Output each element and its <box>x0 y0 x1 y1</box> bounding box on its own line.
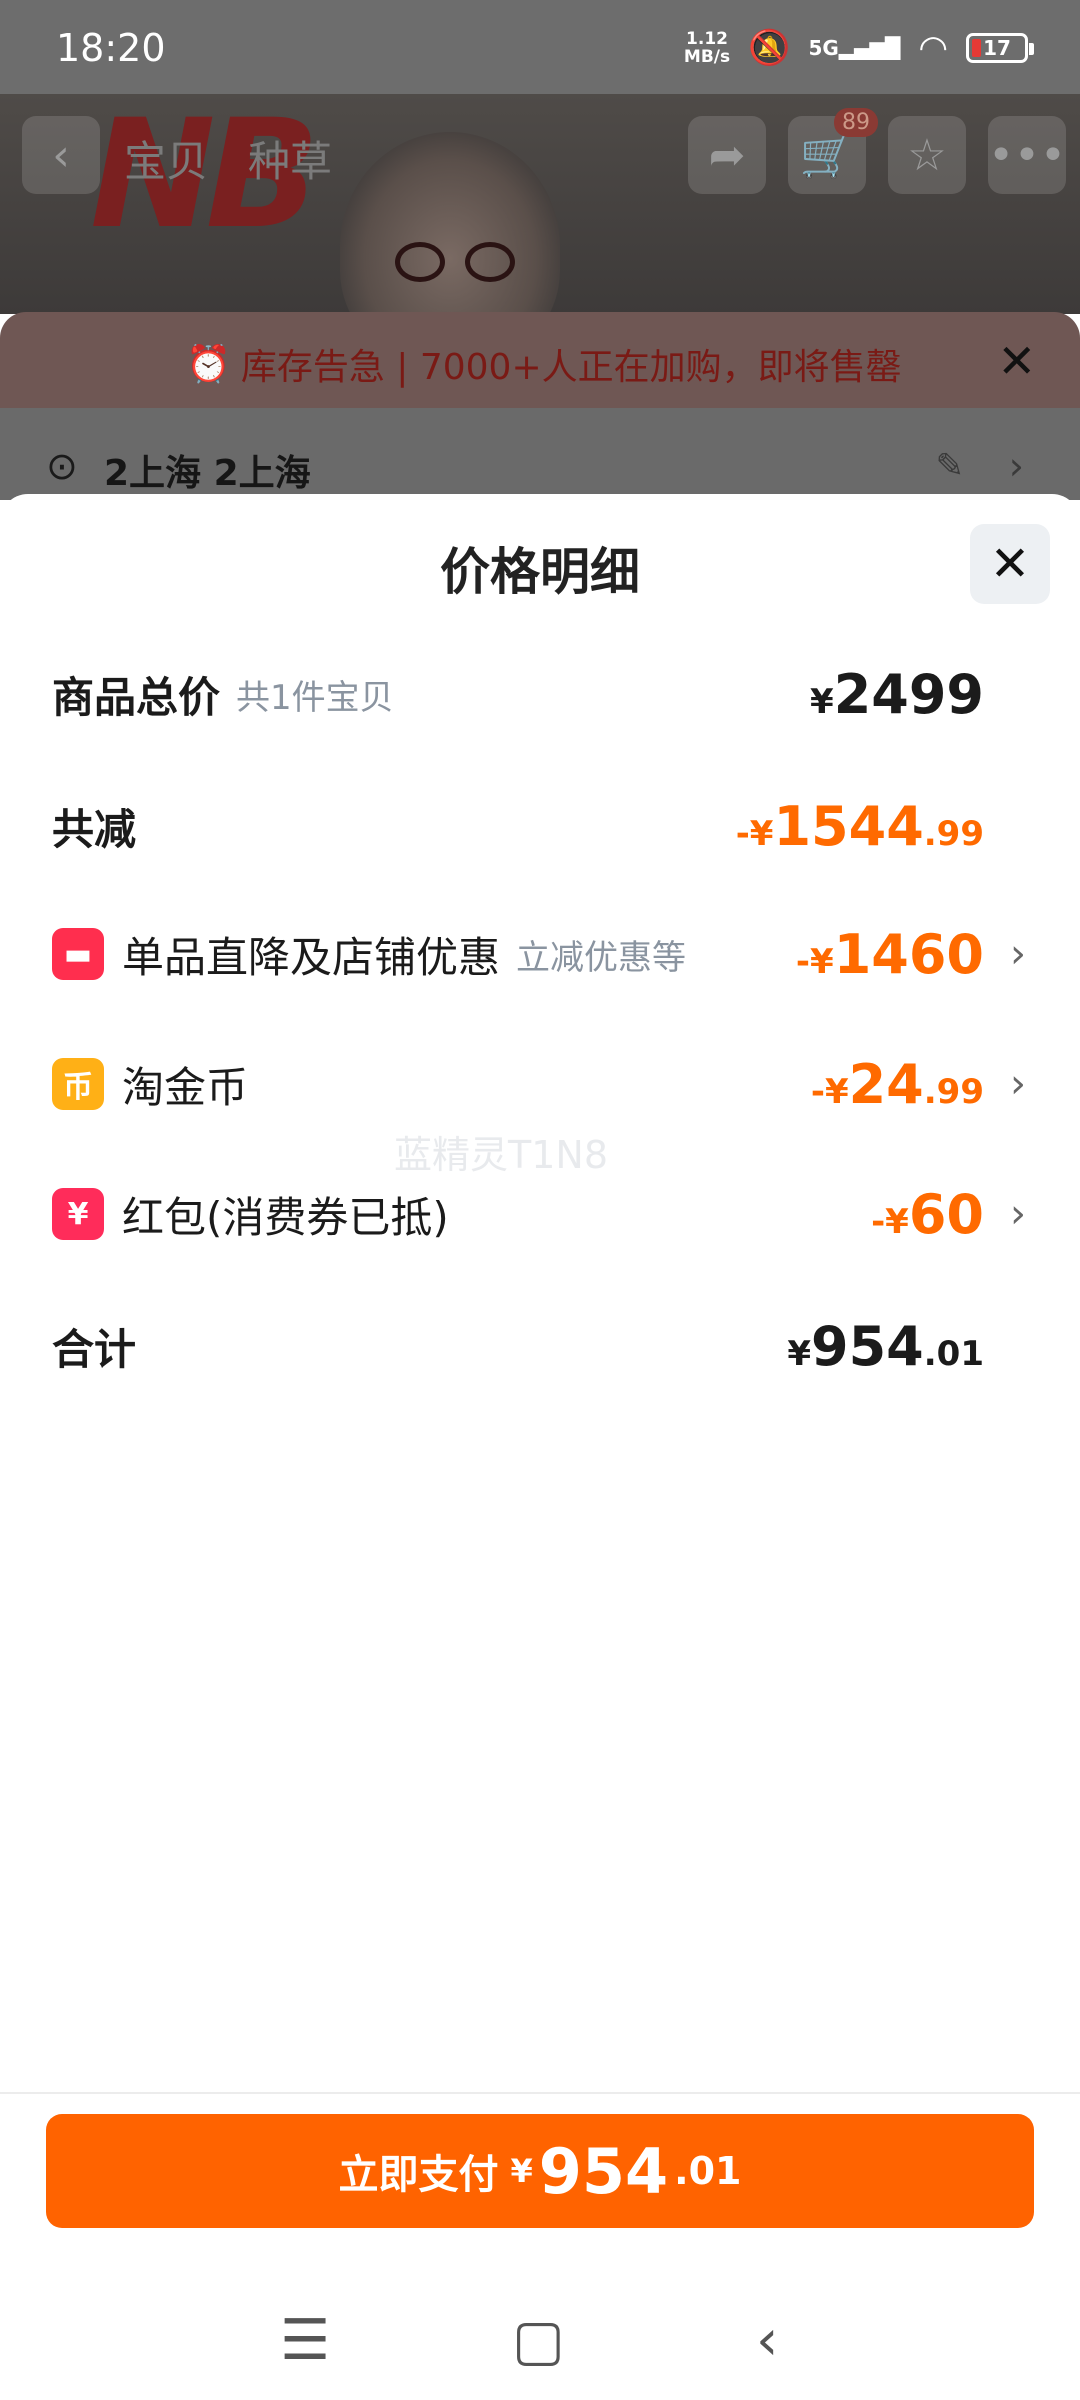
total-price-value: ¥2499 <box>810 663 984 726</box>
status-icons: 1.12 MB/s 🔕 5G▂▄▆█ ◠ 17 <box>684 28 1034 68</box>
back-nav-icon[interactable]: ‹ <box>756 2308 778 2373</box>
back-button[interactable]: ‹ <box>22 116 100 194</box>
row-taojinbi[interactable]: 币 淘金币 -¥24.99 › <box>52 1044 1040 1124</box>
address-text: 2上海 2上海 <box>104 453 311 494</box>
address-row[interactable]: ⊙ 2上海 2上海 ✎ › <box>0 408 1080 500</box>
status-bar: 18:20 1.12 MB/s 🔕 5G▂▄▆█ ◠ 17 <box>0 0 1080 94</box>
background-product-page: 18:20 1.12 MB/s 🔕 5G▂▄▆█ ◠ 17 NB ‹ 宝贝 种草… <box>0 0 1080 500</box>
network-speed: 1.12 MB/s <box>684 30 730 66</box>
row-red-packet[interactable]: ¥ 红包(消费券已抵) -¥60 › <box>52 1174 1040 1254</box>
more-icon: ••• <box>988 129 1066 181</box>
more-button[interactable]: ••• <box>988 116 1066 194</box>
row-label: 共减 <box>52 804 137 854</box>
alarm-icon: ⏰ <box>186 344 231 385</box>
system-nav-bar: ☰ ▢ ‹ <box>0 2268 1080 2400</box>
value-dec: .99 <box>923 1071 984 1112</box>
header-tabs: 宝贝 种草 <box>124 128 332 189</box>
row-label: 商品总价 <box>52 672 221 722</box>
battery-icon: 17 <box>966 33 1034 63</box>
value-dec: .01 <box>923 1333 984 1374</box>
store-icon: ▬ <box>52 928 104 980</box>
home-icon[interactable]: ▢ <box>512 2308 565 2373</box>
sheet-title: 价格明细 <box>440 543 640 601</box>
value-int: 2499 <box>833 662 984 726</box>
wifi-icon: ◠ <box>918 28 948 68</box>
row-label: 合计 <box>52 1324 137 1374</box>
coin-icon: 币 <box>52 1058 104 1110</box>
row-total-reduction: 共减 -¥1544.99 <box>52 786 1040 866</box>
network-speed-value: 1.12 <box>686 29 728 49</box>
close-icon: ✕ <box>989 536 1031 592</box>
location-pin-icon: ⊙ <box>46 444 78 488</box>
pay-amount-dec: .01 <box>674 2149 742 2193</box>
cart-button[interactable]: 🛒 89 <box>788 108 878 194</box>
chevron-right-icon: › <box>1010 1191 1026 1237</box>
edit-icon[interactable]: ✎ <box>936 446 965 486</box>
minus-yen: -¥ <box>871 1201 909 1242</box>
red-packet-value: -¥60 <box>871 1183 984 1246</box>
pay-label: 立即支付 <box>338 2152 499 2198</box>
minus-yen: -¥ <box>810 1071 849 1112</box>
share-button[interactable]: ➦ <box>688 116 766 194</box>
star-icon: ☆ <box>907 129 947 181</box>
value-int: 60 <box>908 1182 984 1246</box>
stock-alert-close-icon[interactable]: ✕ <box>997 334 1036 388</box>
tab-seeding[interactable]: 种草 <box>248 128 332 189</box>
share-icon: ➦ <box>708 129 746 181</box>
signal-icon: 5G▂▄▆█ <box>808 36 901 60</box>
chevron-right-icon: › <box>1010 931 1026 977</box>
value-int: 954 <box>811 1314 924 1378</box>
store-discount-value: -¥1460 <box>796 923 984 986</box>
yen-sign: ¥ <box>810 681 834 722</box>
tab-item[interactable]: 宝贝 <box>124 128 208 189</box>
row-total-price: 商品总价 共1件宝贝 ¥2499 <box>52 654 1040 734</box>
signal-label: 5G <box>808 36 839 60</box>
watermark: 蓝精灵T1N8 <box>394 1133 608 1177</box>
favorite-button[interactable]: ☆ <box>888 116 966 194</box>
cart-badge: 89 <box>834 108 878 137</box>
row-sub: 立减优惠等 <box>516 937 687 978</box>
stock-alert-banner: ⏰ 库存告急 | 7000+人正在加购，即将售罄 ✕ <box>0 312 1080 408</box>
stock-alert: ⏰ 库存告急 | 7000+人正在加购，即将售罄 <box>186 338 902 390</box>
battery-level: 17 <box>983 36 1011 60</box>
close-button[interactable]: ✕ <box>970 524 1050 604</box>
pay-amount-int: 954 <box>538 2134 669 2208</box>
row-store-discount[interactable]: ▬ 单品直降及店铺优惠 立减优惠等 -¥1460 › <box>52 914 1040 994</box>
minus-yen: -¥ <box>795 941 834 982</box>
chevron-right-icon: › <box>1008 444 1024 488</box>
value-dec: .99 <box>923 813 984 854</box>
value-int: 24 <box>848 1052 924 1116</box>
chevron-left-icon: ‹ <box>52 129 70 181</box>
value-int: 1544 <box>773 794 924 858</box>
status-time: 18:20 <box>56 26 166 70</box>
network-speed-unit: MB/s <box>683 47 731 67</box>
stock-alert-text: 库存告急 | 7000+人正在加购，即将售罄 <box>240 347 902 388</box>
row-label: 淘金币 <box>122 1062 249 1112</box>
row-label: 单品直降及店铺优惠 <box>122 932 501 982</box>
total-reduction-value: -¥1544.99 <box>736 795 984 858</box>
product-header: NB ‹ 宝贝 种草 ➦ 🛒 89 ☆ ••• <box>0 88 1080 362</box>
mute-icon: 🔕 <box>748 28 791 68</box>
minus-yen: -¥ <box>735 813 774 854</box>
taojinbi-value: -¥24.99 <box>811 1053 984 1116</box>
red-packet-icon: ¥ <box>52 1188 104 1240</box>
sum-value: ¥954.01 <box>787 1315 984 1378</box>
pay-now-button[interactable]: 立即支付 ¥ 954 .01 <box>46 2114 1034 2228</box>
menu-icon[interactable]: ☰ <box>280 2308 330 2373</box>
footer-divider <box>0 2092 1080 2094</box>
row-sub: 共1件宝贝 <box>236 677 394 718</box>
pay-yen: ¥ <box>510 2152 533 2190</box>
row-sum: 合计 ¥954.01 <box>52 1306 1040 1386</box>
yen-sign: ¥ <box>787 1333 812 1374</box>
row-label: 红包(消费券已抵) <box>122 1192 449 1242</box>
chevron-right-icon: › <box>1010 1061 1026 1107</box>
value-int: 1460 <box>833 922 984 986</box>
